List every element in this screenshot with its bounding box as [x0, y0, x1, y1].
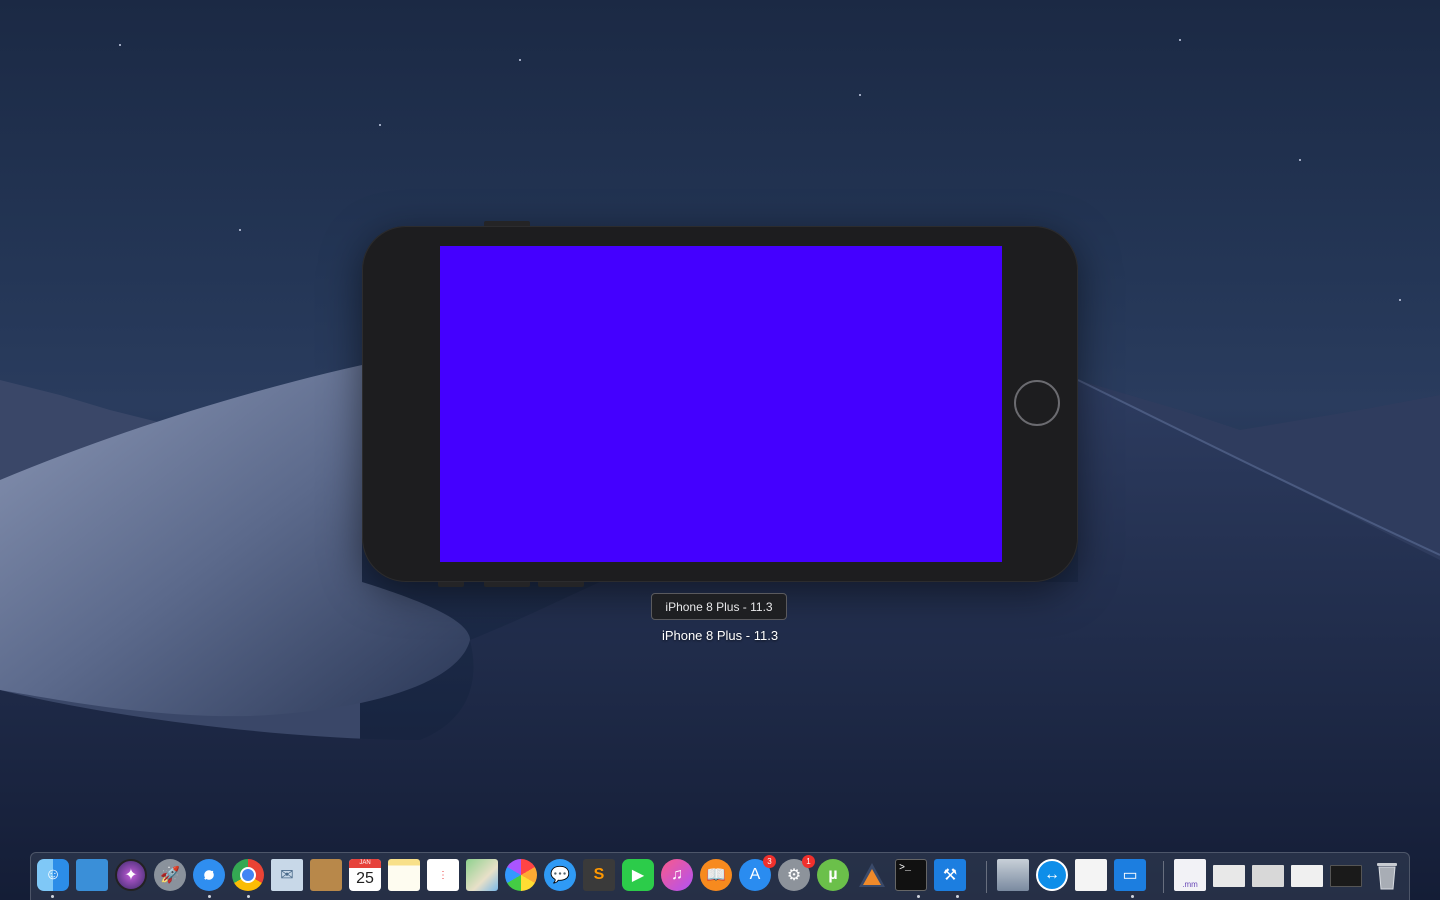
app-store-icon[interactable]: A 3 [739, 855, 776, 891]
facetime-icon[interactable]: ▶ [622, 859, 654, 891]
itunes-icon[interactable]: ♫ [661, 859, 693, 891]
mm-file-label: .mm [1182, 880, 1198, 889]
maps-icon[interactable] [466, 859, 498, 891]
volume-up-button[interactable] [484, 582, 530, 587]
files-icon[interactable] [76, 859, 108, 891]
running-indicator [917, 895, 920, 898]
terminal-window-thumb-icon[interactable] [1330, 865, 1362, 887]
instruments-icon[interactable] [856, 859, 888, 891]
calendar-month: JAN [349, 859, 381, 868]
calendar-icon[interactable]: JAN 25 [349, 859, 381, 891]
dock-separator [1163, 861, 1164, 893]
notes-icon[interactable] [388, 859, 420, 891]
system-preferences-icon[interactable]: ⚙ 1 [778, 855, 815, 891]
chrome-window-thumb-2-icon[interactable] [1252, 865, 1284, 887]
chrome-icon[interactable] [232, 859, 264, 891]
mail-icon[interactable]: ✉ [271, 859, 303, 891]
mm-file-icon[interactable]: .mm [1174, 859, 1206, 891]
power-button[interactable] [484, 221, 530, 226]
window-tooltip: iPhone 8 Plus - 11.3 [651, 593, 787, 620]
safari-window-thumb-icon[interactable] [1291, 865, 1323, 887]
app-store-badge: 3 [763, 855, 776, 868]
contacts-icon[interactable] [310, 859, 342, 891]
volume-down-button[interactable] [538, 582, 584, 587]
home-button[interactable] [1014, 380, 1060, 426]
reminders-icon[interactable]: ⋮ [427, 859, 459, 891]
sublime-text-icon[interactable]: S [583, 859, 615, 891]
xcode-icon[interactable]: ⚒ [934, 859, 966, 891]
siri-icon[interactable]: ✦ [115, 859, 147, 891]
simulator-icon[interactable]: ▭ [1114, 859, 1146, 891]
running-indicator [247, 895, 250, 898]
textedit-icon[interactable] [1075, 859, 1107, 891]
running-indicator [51, 895, 54, 898]
system-preferences-badge: 1 [802, 855, 815, 868]
launchpad-icon[interactable]: 🚀 [154, 859, 186, 891]
calendar-day: 25 [356, 870, 374, 887]
dock-separator [986, 861, 987, 893]
simulator-screen[interactable] [440, 246, 1002, 562]
photos-icon[interactable] [505, 859, 537, 891]
utorrent-icon[interactable]: µ [817, 859, 849, 891]
terminal-icon[interactable]: >_ [895, 859, 927, 891]
running-indicator [208, 895, 211, 898]
messages-icon[interactable]: 💬 [544, 859, 576, 891]
mute-switch[interactable] [438, 582, 464, 587]
dock: ☺ ✦ 🚀 ➚ ✉ JAN 25 ⋮ 💬 S ▶ ♫ 📖 A 3 ⚙ 1 µ >… [30, 852, 1410, 900]
finder-icon[interactable]: ☺ [37, 859, 69, 891]
teamviewer-icon[interactable]: ↔ [1036, 859, 1068, 891]
preview-icon[interactable] [997, 859, 1029, 891]
chrome-window-thumb-1-icon[interactable] [1213, 865, 1245, 887]
window-title-label: iPhone 8 Plus - 11.3 [661, 628, 779, 643]
ibooks-icon[interactable]: 📖 [700, 859, 732, 891]
trash-icon[interactable] [1371, 859, 1403, 891]
safari-icon[interactable]: ➚ [193, 859, 225, 891]
iphone-simulator-window[interactable] [362, 221, 1078, 587]
running-indicator [956, 895, 959, 898]
running-indicator [1131, 895, 1134, 898]
